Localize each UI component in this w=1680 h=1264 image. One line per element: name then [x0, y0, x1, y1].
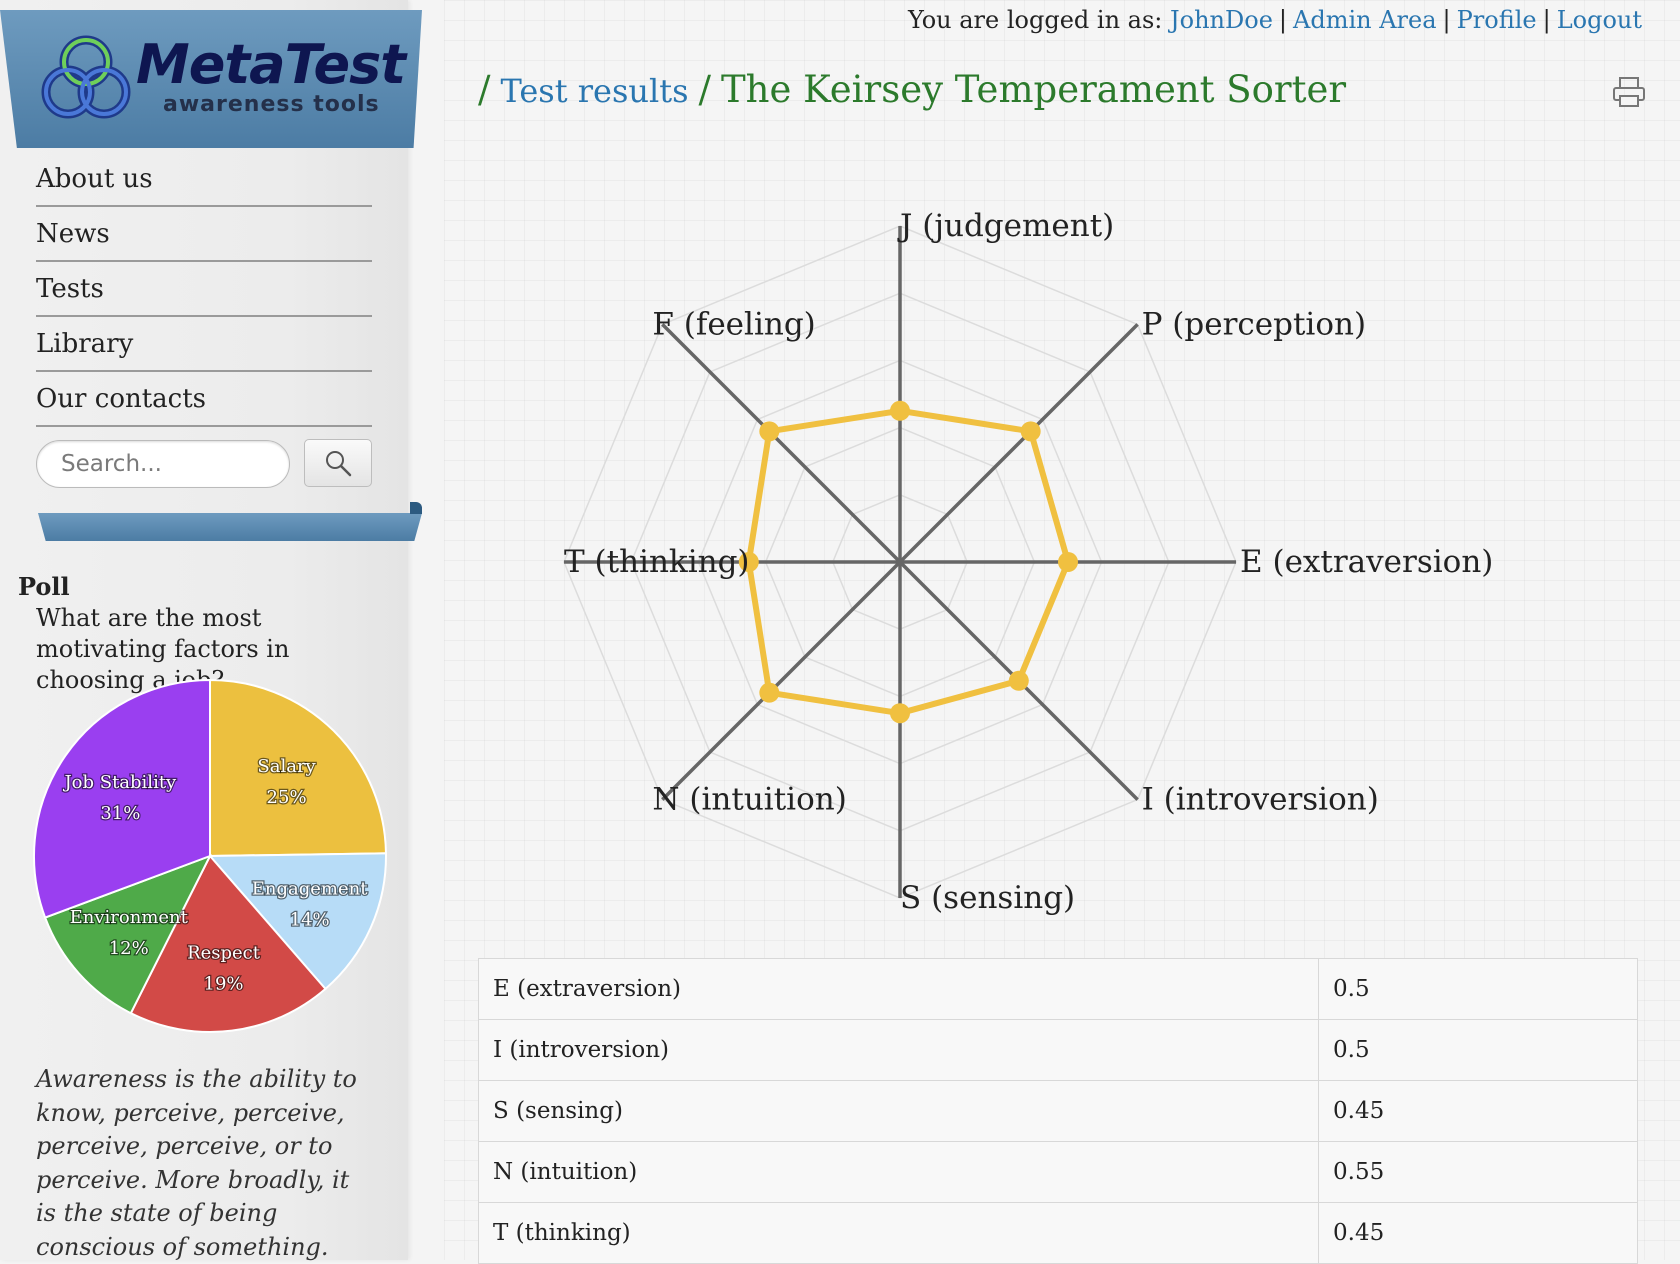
radar-point — [1058, 552, 1078, 572]
radar-axis-label: J (judgement) — [897, 208, 1114, 244]
breadcrumb-test-results-link[interactable]: Test results — [500, 72, 698, 110]
pie-slice-percent: 12% — [109, 938, 149, 959]
table-row: I (introversion) 0.5 — [478, 1019, 1638, 1081]
pie-slice-label: Engagement — [252, 878, 368, 899]
trait-cell: T (thinking) — [478, 1202, 1319, 1264]
logo-knot-icon — [41, 35, 131, 119]
breadcrumb-separator: / — [698, 68, 711, 111]
radar-axis-label: P (perception) — [1142, 306, 1366, 342]
pie-slice-percent: 19% — [204, 973, 244, 994]
table-row: S (sensing) 0.45 — [478, 1080, 1638, 1142]
table-row: E (extraversion) 0.5 — [478, 958, 1638, 1020]
radar-point — [1020, 421, 1041, 442]
separator: | — [1542, 6, 1551, 34]
nav-item-about-us[interactable]: About us — [36, 152, 372, 207]
radar-axis-label: F (feeling) — [652, 306, 815, 342]
radar-point — [759, 682, 780, 703]
radar-spoke — [661, 560, 902, 801]
search-button[interactable] — [304, 439, 372, 487]
radar-axis-label: N (intuition) — [652, 782, 846, 818]
username-link[interactable]: JohnDoe — [1170, 6, 1273, 34]
awareness-quote: Awareness is the ability to know, percei… — [36, 1065, 357, 1261]
trait-cell: N (intuition) — [478, 1141, 1319, 1203]
radar-point — [890, 400, 910, 421]
nav-item-news[interactable]: News — [36, 207, 372, 262]
pie-slice-percent: 25% — [267, 787, 307, 808]
radar-spoke — [661, 323, 902, 564]
separator: | — [1442, 6, 1451, 34]
radar-spoke — [898, 323, 1139, 564]
logout-link[interactable]: Logout — [1557, 6, 1642, 34]
admin-area-link[interactable]: Admin Area — [1293, 6, 1437, 34]
main-content: You are logged in as: JohnDoe | Admin Area… — [444, 0, 1680, 1264]
value-cell: 0.5 — [1318, 1019, 1638, 1081]
radar-chart: J (judgement) P (perception) E (extraversi… — [563, 208, 1493, 916]
radar-axis-label: E (extraversion) — [1240, 544, 1493, 580]
breadcrumb: / Test results / The Keirsey Temperament So… — [478, 68, 1346, 111]
user-bar: You are logged in as: JohnDoe | Admin Area… — [908, 6, 1642, 34]
pie-slice-label: Environment — [70, 907, 189, 928]
page-title: The Keirsey Temperament Sorter — [720, 68, 1347, 111]
profile-link[interactable]: Profile — [1457, 6, 1537, 34]
value-cell: 0.5 — [1318, 958, 1638, 1020]
separator: | — [1278, 6, 1287, 34]
nav-item-our-contacts[interactable]: Our contacts — [36, 372, 372, 427]
logo[interactable]: MetaTest awareness tools — [0, 10, 422, 148]
value-cell: 0.55 — [1318, 1141, 1638, 1203]
radar-point — [759, 421, 780, 442]
divider-tab — [410, 502, 422, 514]
value-cell: 0.45 — [1318, 1080, 1638, 1142]
radar-point — [1008, 670, 1029, 691]
pie-slice-label: Respect — [187, 942, 261, 963]
logo-title: MetaTest — [136, 33, 406, 96]
pie-slice-percent: 14% — [290, 909, 330, 930]
radar-axis-label: S (sensing) — [900, 880, 1075, 916]
search-icon — [326, 451, 352, 477]
trait-cell: S (sensing) — [478, 1080, 1319, 1142]
trait-cell: I (introversion) — [478, 1019, 1319, 1081]
nav-item-tests[interactable]: Tests — [36, 262, 372, 317]
table-row: N (intuition) 0.55 — [478, 1141, 1638, 1203]
value-cell: 0.45 — [1318, 1202, 1638, 1264]
trait-cell: E (extraversion) — [478, 958, 1319, 1020]
main-nav: About us News Tests Library Our contacts — [36, 152, 372, 427]
search-input[interactable] — [36, 440, 290, 488]
radar-axis-label: T (thinking) — [564, 544, 750, 580]
sidebar-divider — [38, 513, 422, 541]
sidebar: MetaTest awareness tools About us News T… — [0, 0, 422, 1261]
pie-slice-label: Job Stability — [62, 772, 177, 793]
banner-tab — [408, 0, 420, 10]
table-row: T (thinking) 0.45 — [478, 1202, 1638, 1264]
radar-axis-label: I (introversion) — [1142, 782, 1379, 818]
nav-item-library[interactable]: Library — [36, 317, 372, 372]
logged-in-label: You are logged in as: — [907, 6, 1163, 34]
results-table: E (extraversion) 0.5 I (introversion) 0.5 S … — [478, 958, 1638, 1264]
breadcrumb-separator: / — [478, 68, 491, 111]
logo-subtitle: awareness tools — [163, 92, 380, 117]
poll-pie-chart: Salary 25% Engagement 14% Respect 19% Environm… — [33, 678, 387, 1033]
pie-slice-percent: 31% — [100, 803, 140, 824]
pie-slice-label: Salary — [257, 756, 316, 777]
poll-heading: Poll — [18, 572, 70, 601]
radar-point — [890, 703, 910, 724]
print-icon[interactable] — [1612, 76, 1646, 108]
